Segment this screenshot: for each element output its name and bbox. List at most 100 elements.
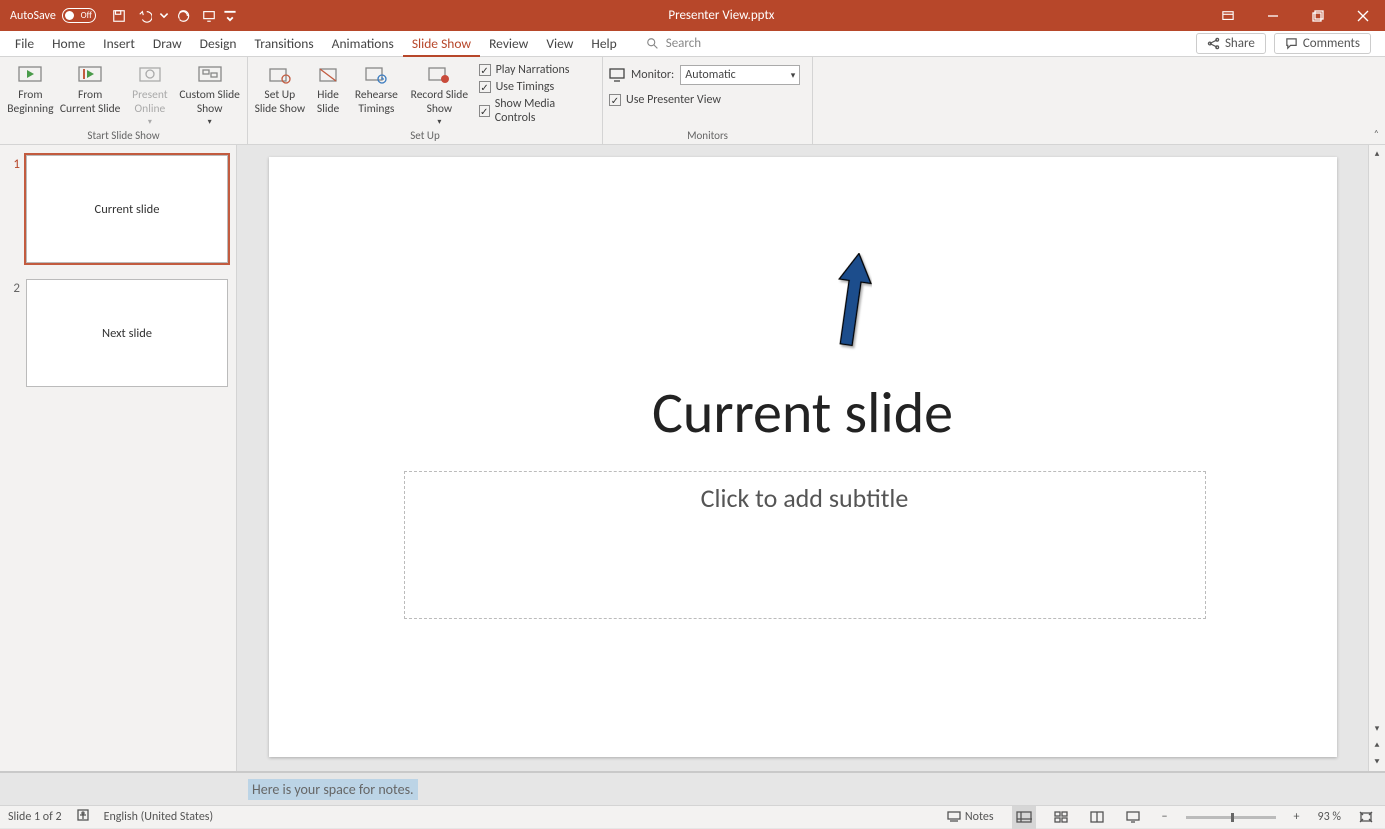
- comments-button[interactable]: Comments: [1274, 33, 1371, 54]
- maximize-icon[interactable]: [1295, 0, 1340, 31]
- zoom-percent[interactable]: 93 %: [1318, 810, 1341, 824]
- qat-more-icon[interactable]: [222, 0, 238, 31]
- normal-view-icon[interactable]: [1012, 806, 1036, 829]
- tab-insert[interactable]: Insert: [94, 31, 144, 57]
- record-icon: [406, 63, 472, 89]
- tab-animations[interactable]: Animations: [323, 31, 403, 57]
- save-icon[interactable]: [106, 0, 132, 31]
- notes-text[interactable]: Here is your space for notes.: [248, 779, 418, 800]
- setup-show-label: Set Up Slide Show: [254, 89, 306, 117]
- monitor-select[interactable]: Automatic ▾: [680, 65, 800, 85]
- collapse-ribbon-icon[interactable]: ˄: [1374, 127, 1379, 140]
- slideshow-view-icon[interactable]: [1122, 806, 1144, 829]
- play-narrations-checkbox[interactable]: ✓Play Narrations: [479, 63, 590, 77]
- accessibility-icon[interactable]: [76, 808, 90, 826]
- tab-home[interactable]: Home: [43, 31, 94, 57]
- present-online-label: Present Online: [126, 89, 175, 117]
- status-bar: Slide 1 of 2 English (United States) Not…: [0, 805, 1385, 828]
- scroll-track[interactable]: [1369, 162, 1385, 720]
- hide-slide-button[interactable]: Hide Slide: [310, 59, 347, 117]
- show-media-label: Show Media Controls: [495, 97, 590, 125]
- from-current-button[interactable]: From Current Slide: [59, 59, 122, 117]
- presenter-view-checkbox[interactable]: ✓Use Presenter View: [609, 93, 721, 107]
- group-label-monitors: Monitors: [609, 127, 806, 144]
- menubar: File Home Insert Draw Design Transitions…: [0, 31, 1385, 57]
- monitor-icon: [609, 68, 625, 82]
- ribbon-display-icon[interactable]: [1205, 0, 1250, 31]
- prev-slide-icon[interactable]: ⯅: [1369, 737, 1385, 754]
- autosave-label: AutoSave: [10, 9, 56, 23]
- sorter-view-icon[interactable]: [1050, 806, 1072, 829]
- from-beginning-quick-icon[interactable]: [196, 0, 222, 31]
- rehearse-icon: [351, 63, 403, 89]
- group-label-start: Start Slide Show: [6, 127, 241, 144]
- comments-label: Comments: [1303, 36, 1360, 51]
- zoom-slider[interactable]: [1186, 816, 1276, 819]
- workarea: 1 Current slide 2 Next slide Current sli…: [0, 145, 1385, 771]
- use-timings-label: Use Timings: [496, 80, 555, 94]
- search-input[interactable]: Search: [646, 36, 701, 51]
- undo-icon[interactable]: [132, 0, 158, 31]
- record-button[interactable]: Record Slide Show ▾: [406, 59, 472, 127]
- chevron-down-icon: ▾: [791, 70, 796, 81]
- custom-show-button[interactable]: Custom Slide Show ▾: [178, 59, 241, 127]
- next-slide-icon[interactable]: ⯆: [1369, 754, 1385, 771]
- comments-icon: [1285, 37, 1298, 50]
- scroll-up-icon[interactable]: ▴: [1369, 145, 1385, 162]
- language-label[interactable]: English (United States): [104, 810, 214, 824]
- notes-pane[interactable]: Here is your space for notes.: [0, 771, 1385, 805]
- tab-help[interactable]: Help: [582, 31, 625, 57]
- custom-show-icon: [178, 63, 241, 89]
- thumb-slide-2[interactable]: Next slide: [26, 279, 228, 387]
- quick-access-toolbar: [106, 0, 238, 31]
- thumb-number: 2: [8, 279, 20, 387]
- redo-icon[interactable]: [170, 0, 196, 31]
- setup-show-icon: [254, 63, 306, 89]
- zoom-in-icon[interactable]: +: [1290, 806, 1304, 829]
- autosave-toggle[interactable]: AutoSave Off: [0, 8, 106, 23]
- scroll-down-icon[interactable]: ▾: [1369, 720, 1385, 737]
- tab-transitions[interactable]: Transitions: [246, 31, 323, 57]
- tab-view[interactable]: View: [537, 31, 582, 57]
- thumb-slide-1[interactable]: Current slide: [26, 155, 228, 263]
- tab-slide-show[interactable]: Slide Show: [403, 31, 480, 57]
- fit-window-icon[interactable]: [1355, 806, 1377, 829]
- presenter-view-label: Use Presenter View: [626, 93, 721, 107]
- share-icon: [1207, 37, 1220, 50]
- thumb-number: 1: [8, 155, 20, 263]
- rehearse-label: Rehearse Timings: [351, 89, 403, 117]
- slide[interactable]: Current slide Click to add subtitle: [269, 157, 1337, 757]
- from-beginning-icon: [6, 63, 55, 89]
- present-online-button[interactable]: Present Online ▾: [126, 59, 175, 127]
- rehearse-button[interactable]: Rehearse Timings: [351, 59, 403, 117]
- setup-show-button[interactable]: Set Up Slide Show: [254, 59, 306, 117]
- tab-review[interactable]: Review: [480, 31, 537, 57]
- zoom-out-icon[interactable]: −: [1158, 806, 1172, 829]
- tab-draw[interactable]: Draw: [144, 31, 191, 57]
- search-placeholder: Search: [666, 36, 701, 51]
- share-button[interactable]: Share: [1196, 33, 1266, 54]
- from-current-icon: [59, 63, 122, 89]
- group-label-setup: Set Up: [254, 127, 596, 144]
- slide-subtitle-placeholder[interactable]: Click to add subtitle: [404, 471, 1206, 619]
- custom-show-label: Custom Slide Show: [178, 89, 241, 117]
- record-label: Record Slide Show: [406, 89, 472, 117]
- titlebar: AutoSave Off Presenter View.pptx: [0, 0, 1385, 31]
- undo-dropdown-icon[interactable]: [158, 0, 170, 31]
- hide-slide-label: Hide Slide: [310, 89, 347, 117]
- show-media-checkbox[interactable]: ✓Show Media Controls: [479, 97, 590, 125]
- slide-title[interactable]: Current slide: [652, 377, 953, 448]
- notes-toggle[interactable]: Notes: [943, 806, 998, 829]
- monitor-value: Automatic: [685, 68, 735, 82]
- close-icon[interactable]: [1340, 0, 1385, 31]
- share-label: Share: [1225, 36, 1255, 51]
- play-narrations-label: Play Narrations: [496, 63, 570, 77]
- thumb-text: Current slide: [95, 202, 160, 217]
- minimize-icon[interactable]: [1250, 0, 1295, 31]
- tab-design[interactable]: Design: [191, 31, 246, 57]
- from-beginning-button[interactable]: From Beginning: [6, 59, 55, 117]
- use-timings-checkbox[interactable]: ✓Use Timings: [479, 80, 590, 94]
- reading-view-icon[interactable]: [1086, 806, 1108, 829]
- vertical-scrollbar[interactable]: ▴ ▾ ⯅ ⯆: [1368, 145, 1385, 771]
- tab-file[interactable]: File: [6, 31, 43, 57]
